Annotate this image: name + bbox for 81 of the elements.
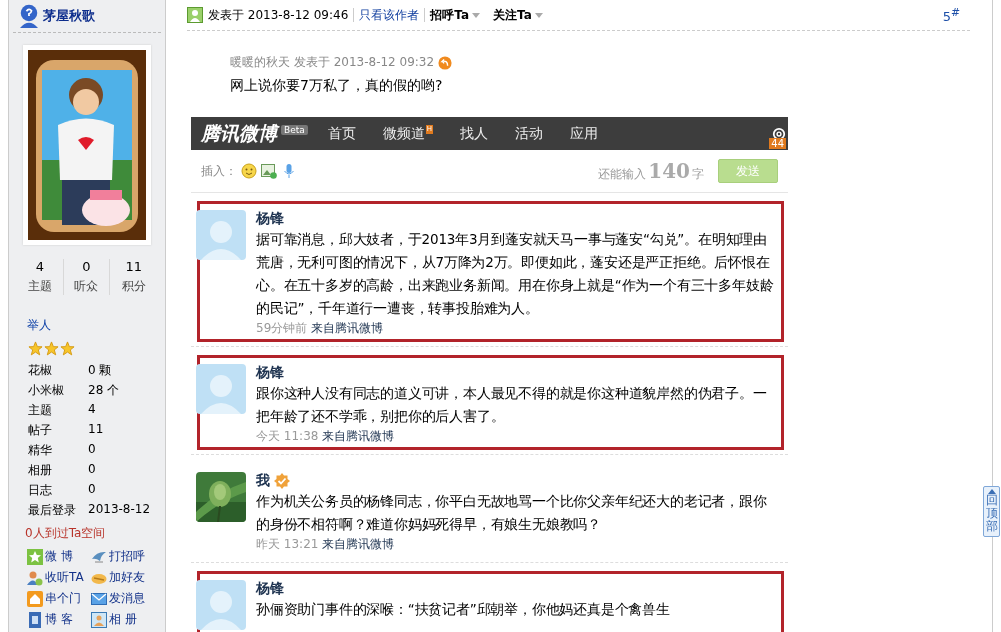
profile-label: 相册 — [28, 462, 53, 479]
post-text: 跟你这种人没有同志的道义可讲，本人最见不得的就是你这种道貌岸然的伪君子。一把年龄了还不学乖，别把你的后人害了。 — [256, 384, 768, 426]
profile-value: 0 颗 — [88, 362, 113, 379]
post-user-icon — [187, 7, 203, 23]
post-source-link[interactable]: 来自腾讯微博 — [322, 536, 395, 553]
post-text: 据可靠消息，邱大妓者，于2013年3月到蓬安就天马一事与蓬安“勾兑”。在明知理由荒唐，无利可图的情况下，从7万降为2万。即便如此，蓬安还是严正拒绝。后怀恨在心。在五十多岁的高龄，出来跑业务新闻。用在你身上就是“作为一个有三十多年妓龄的民记”，千年道行一遭丧，转事投胎难为人。 — [256, 230, 775, 318]
counter-label: 还能输入 — [598, 166, 647, 183]
image-add-icon — [261, 163, 277, 179]
profile-action-link[interactable]: 打招呼 — [91, 548, 145, 565]
stat-value: 4 — [35, 259, 44, 274]
post-author[interactable]: 杨锋 — [256, 364, 284, 382]
post-time: 59分钟前 — [256, 320, 308, 337]
profile-action-link[interactable]: 博 客 — [27, 611, 73, 628]
post-source-link[interactable]: 来自腾讯微博 — [311, 320, 384, 337]
stat-value: 11 — [125, 259, 142, 274]
post-time: 今天 11:38 — [256, 428, 319, 445]
stat-label: 听众 — [74, 278, 99, 295]
follow-menu[interactable]: 关注Ta — [493, 6, 543, 24]
insert-label: 插入： — [201, 162, 237, 180]
profile-action-link[interactable]: 发消息 — [91, 590, 145, 607]
caret-icon — [472, 12, 481, 18]
up-caret-icon — [987, 489, 996, 494]
profile-value: 2013-8-12 — [88, 502, 152, 518]
profile-label: 主题 — [28, 402, 53, 419]
profile-action-link[interactable]: 串个门 — [27, 590, 81, 607]
smiley-icon — [241, 163, 257, 179]
post-text: 作为机关公务员的杨锋同志，你平白无故地骂一个比你父亲年纪还大的老记者，跟你的身份不相符啊？难道你妈妈死得早，有娘生无娘教吗？ — [256, 492, 768, 534]
profile-value: 0 — [88, 442, 97, 458]
counter-unit: 字 — [692, 166, 704, 183]
greet-menu[interactable]: 招呼Ta — [430, 6, 481, 24]
profile-value: 28 个 — [88, 382, 121, 399]
caret-icon — [534, 12, 543, 18]
profile-label: 最后登录 — [28, 502, 77, 519]
star-icon — [60, 341, 75, 356]
stat-value: 0 — [82, 259, 91, 274]
profile-label: 帖子 — [28, 422, 53, 439]
post-text: 孙俪资助门事件的深喉：“扶贫记者”邱朝举，你他妈还真是个禽兽生 — [256, 600, 671, 619]
post-author[interactable]: 杨锋 — [256, 580, 284, 598]
profile-action-link[interactable]: 收听TA — [27, 569, 84, 586]
profile-action-link[interactable]: 加好友 — [91, 569, 145, 586]
only-author-link[interactable]: 只看该作者 — [359, 6, 420, 24]
post-author[interactable]: 杨锋 — [256, 210, 284, 228]
nav-item[interactable]: 活动 — [515, 124, 544, 143]
profile-label: 日志 — [28, 482, 53, 499]
profile-value: 11 — [88, 422, 105, 438]
star-icon — [28, 341, 43, 356]
profile-value: 4 — [88, 402, 97, 418]
profile-label: 小米椒 — [28, 382, 65, 399]
post-author[interactable]: 我 — [256, 472, 270, 490]
space-visitors-link[interactable]: 0人到过Ta空间 — [25, 525, 106, 542]
nav-item[interactable]: 找人 — [460, 124, 489, 143]
verified-badge-icon — [274, 473, 290, 489]
stat-label: 主题 — [27, 278, 52, 295]
quote-author-line: 暖暖的秋天 发表于 2013-8-12 09:32 — [230, 54, 435, 71]
profile-value: 0 — [88, 482, 97, 498]
profile-action-link[interactable]: 微 博 — [27, 548, 73, 565]
star-icon — [27, 548, 43, 565]
profile-label: 花椒 — [28, 362, 53, 379]
back-to-top-button[interactable]: 回顶部 — [983, 486, 1000, 537]
envelope-icon — [91, 590, 107, 607]
floor-number[interactable]: 5$^{#}$ — [942, 5, 960, 25]
character-count: 140 — [648, 159, 690, 183]
stat-label: 积分 — [121, 278, 146, 295]
post-source-link[interactable]: 来自腾讯微博 — [322, 428, 395, 445]
microphone-icon — [281, 163, 297, 179]
username[interactable]: 茅屋秋歌 — [43, 7, 95, 25]
house-icon — [27, 590, 43, 607]
user-rank[interactable]: 举人 — [27, 317, 51, 334]
post-time: 昨天 13:21 — [256, 536, 319, 553]
mention-count: 44 — [769, 138, 786, 149]
person-plus-icon — [27, 569, 43, 586]
profile-label: 精华 — [28, 442, 53, 459]
photo-icon — [91, 611, 107, 628]
nav-item[interactable]: 首页 — [327, 124, 356, 143]
profile-value: 0 — [88, 462, 97, 478]
post-timestamp: 发表于 2013-8-12 09:46 — [208, 6, 349, 24]
star-icon — [44, 341, 59, 356]
quote-text: 网上说你要7万私了，真的假的哟? — [230, 77, 443, 95]
beta-tag: Beta — [281, 124, 308, 135]
nav-item[interactable]: 应用 — [570, 124, 599, 143]
profile-action-link[interactable]: 相 册 — [91, 611, 137, 628]
